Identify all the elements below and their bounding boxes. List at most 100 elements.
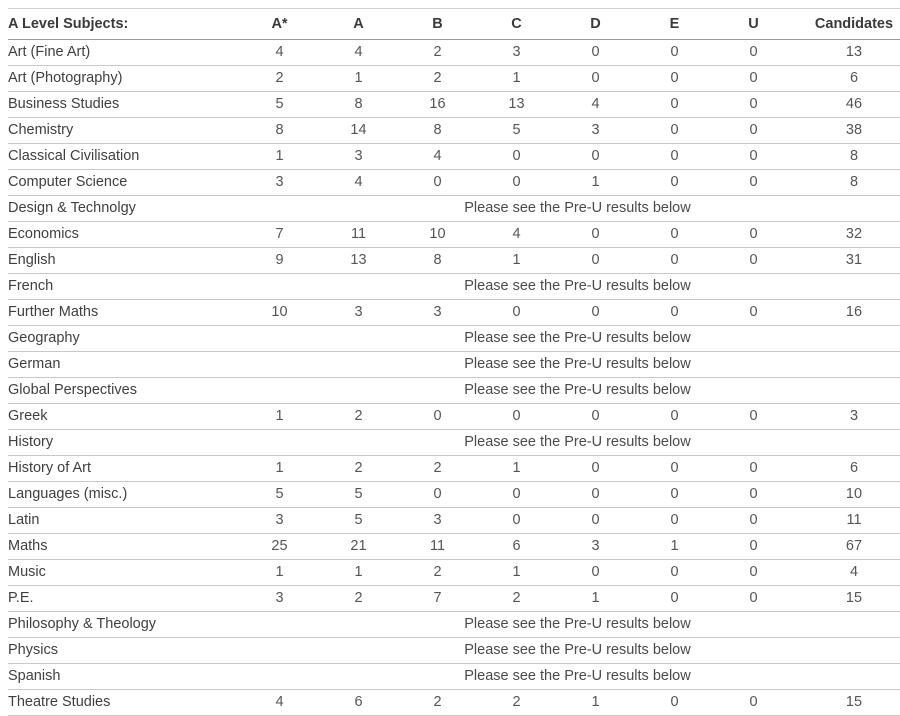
grade-cell-d: 0 (556, 507, 635, 534)
column-header-candidates[interactable]: Candidates (793, 8, 900, 40)
grade-cell-d: 0 (556, 143, 635, 170)
grade-cell-candidates: 4 (793, 559, 900, 586)
subject-cell: Global Perspectives (8, 377, 240, 404)
subject-cell: Maths (8, 533, 240, 560)
grade-cell-e: 0 (635, 91, 714, 118)
table-row: Global Perspectives Please see the Pre-U … (8, 377, 900, 404)
grade-cell-e: 0 (635, 507, 714, 534)
grade-cell-candidates: 15 (793, 585, 900, 612)
column-header-d[interactable]: D (556, 8, 635, 40)
grade-cell-b: 16 (398, 91, 477, 118)
subject-cell: Languages (misc.) (8, 481, 240, 508)
grade-cell-b: 0 (398, 169, 477, 196)
grade-cell-u: 0 (714, 169, 793, 196)
grade-cell-e: 0 (635, 585, 714, 612)
grade-cell-a: 3 (319, 143, 398, 170)
table-row: English 9 13 8 1 0 0 0 31 (8, 247, 900, 274)
subject-cell: Chemistry (8, 117, 240, 144)
table-row: Computer Science 3 4 0 0 1 0 0 8 (8, 169, 900, 196)
subject-cell: Design & Technolgy (8, 195, 240, 222)
grade-cell-u: 0 (714, 247, 793, 274)
subject-cell: Art (Fine Art) (8, 39, 240, 66)
grade-cell-b: 2 (398, 65, 477, 92)
grade-cell-c: 0 (477, 403, 556, 430)
table-header-row: A Level Subjects: A* A B C D E U Candidates (8, 8, 900, 40)
table-row: Chemistry 8 14 8 5 3 0 0 38 (8, 117, 900, 144)
pre-u-note-cell: Please see the Pre-U results below (240, 429, 900, 456)
grade-cell-d: 0 (556, 299, 635, 326)
grade-cell-candidates: 38 (793, 117, 900, 144)
column-header-e[interactable]: E (635, 8, 714, 40)
grade-cell-d: 0 (556, 65, 635, 92)
subject-cell: Classical Civilisation (8, 143, 240, 170)
grade-cell-e: 0 (635, 65, 714, 92)
grade-cell-astar: 1 (240, 559, 319, 586)
grade-cell-e: 0 (635, 247, 714, 274)
grade-cell-e: 0 (635, 39, 714, 66)
pre-u-note-cell: Please see the Pre-U results below (240, 637, 900, 664)
subject-cell: Music (8, 559, 240, 586)
subject-cell: Greek (8, 403, 240, 430)
table-row: Spanish Please see the Pre-U results belo… (8, 663, 900, 690)
table-row: Business Studies 5 8 16 13 4 0 0 46 (8, 91, 900, 118)
grade-cell-astar: 7 (240, 221, 319, 248)
grade-cell-astar: 9 (240, 247, 319, 274)
a-level-results-table: A Level Subjects: A* A B C D E U Candidates Art … (8, 8, 900, 716)
column-header-subject[interactable]: A Level Subjects: (8, 8, 240, 40)
pre-u-note-cell: Please see the Pre-U results below (240, 195, 900, 222)
grade-cell-astar: 2 (240, 65, 319, 92)
column-header-a[interactable]: A (319, 8, 398, 40)
results-table-container: A Level Subjects: A* A B C D E U Candidates Art … (0, 0, 900, 716)
grade-cell-d: 0 (556, 39, 635, 66)
grade-cell-astar: 10 (240, 299, 319, 326)
grade-cell-c: 1 (477, 559, 556, 586)
subject-cell: History of Art (8, 455, 240, 482)
grade-cell-candidates: 31 (793, 247, 900, 274)
grade-cell-u: 0 (714, 299, 793, 326)
grade-cell-e: 0 (635, 143, 714, 170)
grade-cell-a: 5 (319, 507, 398, 534)
table-row: Greek 1 2 0 0 0 0 0 3 (8, 403, 900, 430)
grade-cell-u: 0 (714, 91, 793, 118)
grade-cell-a: 21 (319, 533, 398, 560)
grade-cell-a: 2 (319, 403, 398, 430)
grade-cell-b: 2 (398, 689, 477, 716)
grade-cell-e: 0 (635, 559, 714, 586)
pre-u-note-cell: Please see the Pre-U results below (240, 325, 900, 352)
subject-cell: P.E. (8, 585, 240, 612)
table-row: Philosophy & Theology Please see the Pre-… (8, 611, 900, 638)
grade-cell-b: 10 (398, 221, 477, 248)
grade-cell-d: 0 (556, 481, 635, 508)
table-row: Physics Please see the Pre-U results belo… (8, 637, 900, 664)
grade-cell-a: 4 (319, 169, 398, 196)
table-row: Theatre Studies 4 6 2 2 1 0 0 15 (8, 689, 900, 716)
grade-cell-candidates: 8 (793, 169, 900, 196)
table-row: Design & Technolgy Please see the Pre-U r… (8, 195, 900, 222)
grade-cell-d: 3 (556, 533, 635, 560)
pre-u-note-cell: Please see the Pre-U results below (240, 351, 900, 378)
column-header-u[interactable]: U (714, 8, 793, 40)
subject-cell: Art (Photography) (8, 65, 240, 92)
column-header-c[interactable]: C (477, 8, 556, 40)
subject-cell: Theatre Studies (8, 689, 240, 716)
column-header-b[interactable]: B (398, 8, 477, 40)
table-row: Further Maths 10 3 3 0 0 0 0 16 (8, 299, 900, 326)
subject-cell: Philosophy & Theology (8, 611, 240, 638)
grade-cell-astar: 5 (240, 91, 319, 118)
table-row: Maths 25 21 11 6 3 1 0 67 (8, 533, 900, 560)
grade-cell-d: 0 (556, 455, 635, 482)
grade-cell-astar: 3 (240, 507, 319, 534)
table-row: Latin 3 5 3 0 0 0 0 11 (8, 507, 900, 534)
grade-cell-u: 0 (714, 65, 793, 92)
table-row: History of Art 1 2 2 1 0 0 0 6 (8, 455, 900, 482)
grade-cell-e: 0 (635, 689, 714, 716)
column-header-astar[interactable]: A* (240, 8, 319, 40)
grade-cell-b: 2 (398, 559, 477, 586)
subject-cell: Latin (8, 507, 240, 534)
grade-cell-b: 0 (398, 403, 477, 430)
grade-cell-b: 2 (398, 39, 477, 66)
grade-cell-astar: 3 (240, 585, 319, 612)
grade-cell-e: 0 (635, 299, 714, 326)
grade-cell-astar: 1 (240, 455, 319, 482)
grade-cell-candidates: 67 (793, 533, 900, 560)
